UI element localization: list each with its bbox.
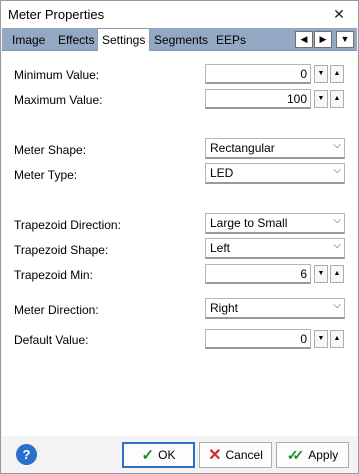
spin-up-icon[interactable]: ▲ <box>330 265 344 283</box>
default-value-input[interactable]: 0 <box>205 329 311 349</box>
ok-button-label: OK <box>158 448 176 462</box>
trapezoid-direction-label: Trapezoid Direction: <box>14 218 121 232</box>
trapezoid-min-input[interactable]: 6 <box>205 264 311 284</box>
meter-type-value: LED <box>210 166 234 180</box>
ok-button[interactable]: ✓ OK <box>122 442 195 468</box>
trapezoid-shape-select[interactable]: Left ⌵ <box>205 238 345 259</box>
cross-icon: ✕ <box>208 447 222 464</box>
min-value-label: Minimum Value: <box>14 68 100 82</box>
tab-scroll-left-icon[interactable]: ◀ <box>295 31 313 48</box>
help-icon[interactable]: ? <box>16 444 37 465</box>
meter-shape-label: Meter Shape: <box>14 143 87 157</box>
check-icon: ✓ <box>141 447 155 464</box>
meter-direction-label: Meter Direction: <box>14 303 99 317</box>
apply-button[interactable]: ✓✓ Apply <box>276 442 349 468</box>
meter-type-select[interactable]: LED ⌵ <box>205 163 345 184</box>
trapezoid-direction-select[interactable]: Large to Small ⌵ <box>205 213 345 234</box>
cancel-button-label: Cancel <box>225 448 263 462</box>
meter-shape-value: Rectangular <box>210 141 275 155</box>
close-icon[interactable]: ✕ <box>320 1 358 28</box>
trapezoid-min-label: Trapezoid Min: <box>14 268 93 282</box>
default-value-label: Default Value: <box>14 333 89 347</box>
min-value-spinner: 0 ▼ ▲ <box>205 64 345 84</box>
tab-eeps[interactable]: EEPs <box>212 31 250 51</box>
spin-up-icon[interactable]: ▲ <box>330 65 344 83</box>
window-title: Meter Properties <box>8 7 105 22</box>
meter-properties-dialog: Meter Properties ✕ Image Effects Setting… <box>0 0 359 474</box>
meter-direction-select[interactable]: Right ⌵ <box>205 298 345 319</box>
meter-direction-value: Right <box>210 301 239 315</box>
max-value-input[interactable]: 100 <box>205 89 311 109</box>
min-value-input[interactable]: 0 <box>205 64 311 84</box>
chevron-down-icon: ⌵ <box>333 140 341 151</box>
trapezoid-min-spinner: 6 ▼ ▲ <box>205 264 345 284</box>
spin-down-icon[interactable]: ▼ <box>314 265 328 283</box>
meter-shape-select[interactable]: Rectangular ⌵ <box>205 138 345 159</box>
chevron-down-icon: ⌵ <box>333 300 341 311</box>
tab-settings[interactable]: Settings <box>97 28 151 52</box>
tab-segments[interactable]: Segments <box>150 31 212 51</box>
meter-type-label: Meter Type: <box>14 168 78 182</box>
chevron-down-icon: ⌵ <box>333 215 341 226</box>
trapezoid-shape-label: Trapezoid Shape: <box>14 243 109 257</box>
spin-down-icon[interactable]: ▼ <box>314 90 328 108</box>
spin-up-icon[interactable]: ▲ <box>330 330 344 348</box>
chevron-down-icon: ⌵ <box>333 240 341 251</box>
settings-panel: Minimum Value: 0 ▼ ▲ Maximum Value: 100 … <box>2 51 357 436</box>
trapezoid-shape-value: Left <box>210 241 231 255</box>
tab-image[interactable]: Image <box>8 31 49 51</box>
apply-button-label: Apply <box>308 448 339 462</box>
dialog-footer: ? ✓ OK ✕ Cancel ✓✓ Apply <box>2 436 357 473</box>
title-bar: Meter Properties ✕ <box>1 1 358 28</box>
max-value-label: Maximum Value: <box>14 93 103 107</box>
cancel-button[interactable]: ✕ Cancel <box>199 442 272 468</box>
spin-down-icon[interactable]: ▼ <box>314 330 328 348</box>
max-value-spinner: 100 ▼ ▲ <box>205 89 345 109</box>
tab-menu-icon[interactable]: ▼ <box>336 31 354 48</box>
spin-up-icon[interactable]: ▲ <box>330 90 344 108</box>
spin-down-icon[interactable]: ▼ <box>314 65 328 83</box>
trapezoid-direction-value: Large to Small <box>210 216 288 230</box>
tab-bar: Image Effects Settings Segments EEPs ◀ ▶… <box>2 28 357 52</box>
default-value-spinner: 0 ▼ ▲ <box>205 329 345 349</box>
double-check-icon: ✓✓ <box>286 446 305 463</box>
tab-scroll-right-icon[interactable]: ▶ <box>314 31 332 48</box>
tab-effects[interactable]: Effects <box>54 31 98 51</box>
chevron-down-icon: ⌵ <box>333 165 341 176</box>
